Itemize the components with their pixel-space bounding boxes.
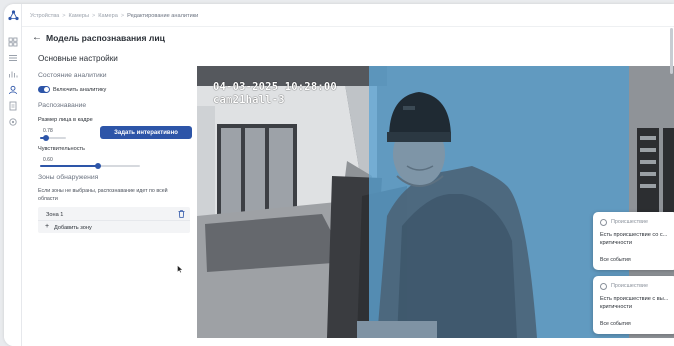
event-type: Происшествие: [611, 283, 648, 289]
sensitivity-slider-fill: [40, 165, 98, 167]
add-zone-label: Добавить зону: [54, 224, 92, 231]
zone-item-label[interactable]: Зона 1: [46, 212, 63, 218]
breadcrumb-item-devices[interactable]: Устройства: [30, 13, 59, 19]
list-icon[interactable]: [8, 50, 18, 61]
app-logo-icon[interactable]: [8, 10, 19, 21]
trash-icon[interactable]: [178, 210, 185, 218]
nav-rail: [4, 4, 22, 346]
all-events-link[interactable]: Все события: [600, 257, 631, 263]
mouse-cursor-icon: [177, 265, 183, 273]
event-text: Есть происшествие со с... критичности: [600, 232, 668, 246]
breadcrumb: Устройства > Камеры > Камера > Редактирование …: [30, 13, 198, 19]
page-scrollbar[interactable]: [670, 28, 673, 74]
breadcrumb-item-camera[interactable]: Камера: [98, 13, 118, 19]
event-text: Есть происшествие с вы... критичности: [600, 296, 669, 310]
settings-icon[interactable]: [8, 114, 18, 126]
breadcrumb-separator-icon: >: [120, 13, 125, 19]
recognition-label: Распознавание: [38, 102, 87, 109]
sensitivity-slider[interactable]: [40, 163, 140, 169]
sensitivity-value: 0.60: [43, 157, 53, 163]
sensitivity-slider-thumb[interactable]: [95, 163, 101, 169]
header-divider: [22, 26, 674, 27]
face-size-value: 0.78: [43, 128, 53, 134]
event-type: Происшествие: [611, 219, 648, 225]
analytics-state-label: Состояние аналитики: [38, 72, 107, 79]
all-events-link[interactable]: Все события: [600, 321, 631, 327]
analytics-toggle[interactable]: [38, 86, 50, 93]
document-icon[interactable]: [8, 98, 18, 111]
zones-hint: Если зоны не выбраны, распознавание идет…: [38, 188, 168, 202]
video-timestamp: 04-03-2025 10:28:00: [213, 81, 337, 93]
breadcrumb-item-current: Редактирование аналитики: [127, 13, 199, 19]
breadcrumb-item-cameras[interactable]: Камеры: [69, 13, 89, 19]
info-icon: [600, 219, 607, 226]
info-icon: [600, 283, 607, 290]
set-interactively-button[interactable]: Задать интерактивно: [100, 126, 192, 139]
user-icon[interactable]: [8, 82, 18, 95]
event-card[interactable]: Происшествие Есть происшествие со с... к…: [593, 212, 674, 270]
face-size-slider-thumb[interactable]: [42, 135, 49, 141]
app-window: Устройства > Камеры > Камера > Редактирование …: [4, 4, 674, 346]
video-camera-name: cam21hall-3: [213, 94, 285, 106]
zone-list: Зона 1 + Добавить зону: [38, 207, 190, 233]
face-size-label: Размер лица в кадре: [38, 117, 93, 123]
sensitivity-label: Чувствительность: [38, 146, 85, 152]
toggle-label: Включить аналитику: [53, 87, 107, 93]
face-size-slider[interactable]: [40, 135, 66, 141]
plus-icon: +: [45, 223, 50, 230]
zones-label: Зоны обнаружения: [38, 174, 99, 181]
add-zone-button[interactable]: + Добавить зону: [38, 220, 190, 233]
arrow-left-icon[interactable]: ←: [32, 33, 42, 43]
page-title: Модель распознавания лиц: [46, 33, 165, 43]
chart-icon[interactable]: [8, 66, 18, 78]
section-title: Основные настройки: [38, 54, 118, 63]
grid-icon[interactable]: [8, 34, 18, 47]
event-card[interactable]: Происшествие Есть происшествие с вы... к…: [593, 276, 674, 334]
breadcrumb-separator-icon: >: [92, 13, 96, 19]
breadcrumb-separator-icon: >: [62, 13, 66, 19]
